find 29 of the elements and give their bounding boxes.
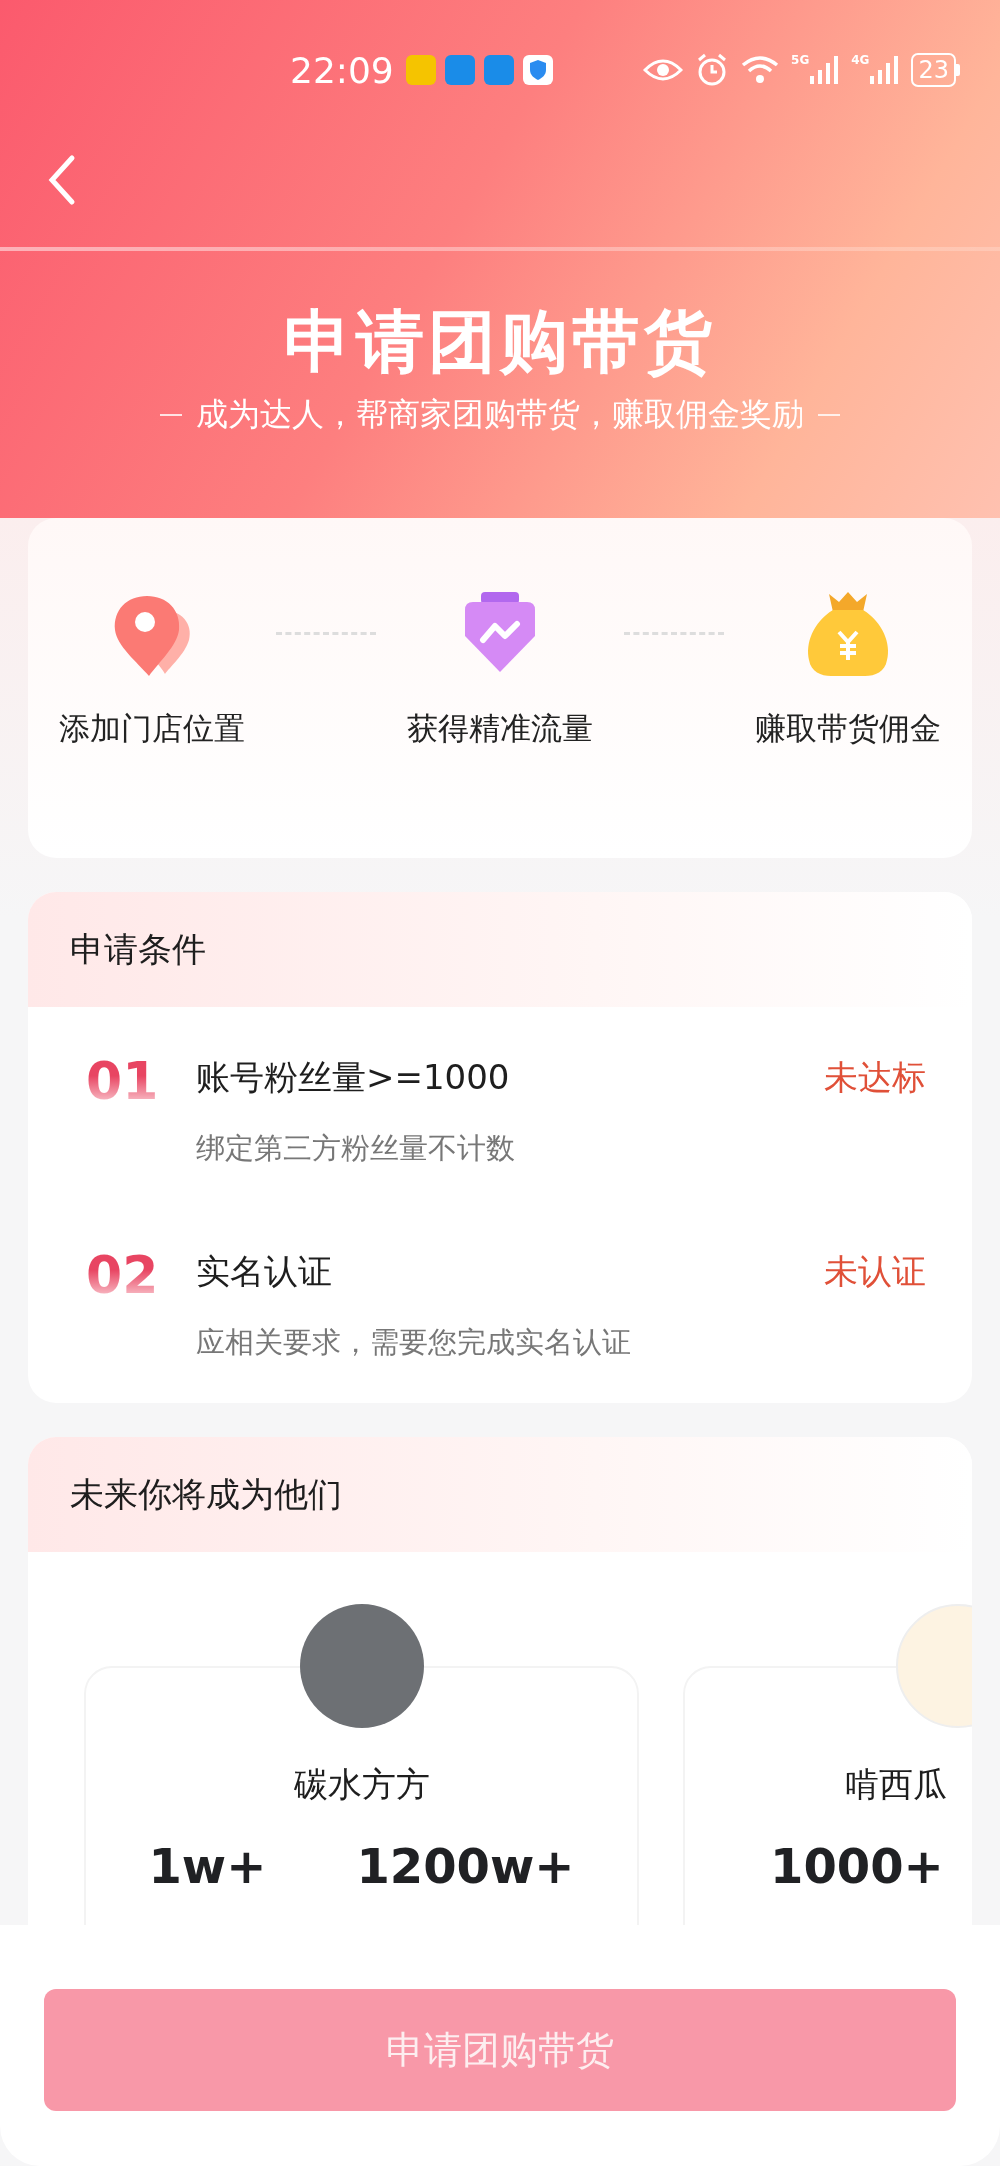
creator-name: 啃西瓜 — [845, 1763, 947, 1806]
condition-title: 实名认证 — [196, 1250, 333, 1293]
page-subtitle: 成为达人，帮商家团购带货，赚取佣金奖励 — [196, 393, 804, 435]
shield-icon — [522, 55, 553, 85]
section-title: 未来你将成为他们 — [70, 1472, 342, 1516]
step-label: 获得精准流量 — [407, 709, 593, 748]
network-type-label: 4G — [851, 54, 870, 66]
creator-stat: 1000+ — [770, 1838, 944, 1894]
step-label: 添加门店位置 — [59, 709, 245, 748]
status-time: 22:09 — [290, 49, 394, 91]
wifi-icon — [741, 55, 780, 85]
condition-status: 未达标 — [824, 1056, 926, 1099]
condition-note: 应相关要求，需要您完成实名认证 — [196, 1324, 632, 1361]
section-title: 申请条件 — [70, 927, 206, 971]
creator-stat: 1200w+ — [356, 1838, 575, 1894]
notification-app-icon — [405, 55, 436, 85]
condition-note: 绑定第三方粉丝量不计数 — [196, 1130, 516, 1167]
network-type-label: 5G — [791, 54, 810, 66]
notification-app-icon — [444, 55, 475, 85]
signal-icon — [809, 54, 840, 86]
notification-app-icon — [483, 55, 514, 85]
signal-icon — [869, 54, 900, 86]
page-title: 申请团购带货 — [283, 301, 717, 383]
condition-title: 账号粉丝量>=1000 — [196, 1056, 511, 1099]
step-label: 赚取带货佣金 — [755, 709, 941, 748]
creator-name: 碳水方方 — [293, 1763, 430, 1806]
creator-stat: 1w+ — [148, 1838, 267, 1894]
back-icon — [48, 154, 76, 206]
condition-status: 未认证 — [824, 1250, 926, 1293]
